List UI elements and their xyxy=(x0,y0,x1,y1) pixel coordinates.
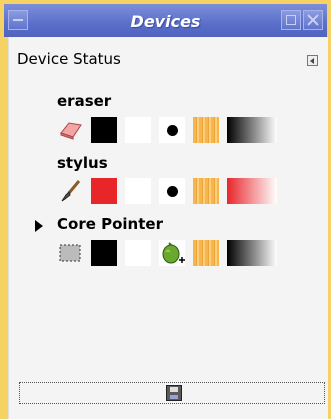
eraser-icon[interactable] xyxy=(57,117,83,143)
tab-menu-icon[interactable] xyxy=(307,55,318,66)
foreground-color-swatch[interactable] xyxy=(91,240,117,266)
device-name-stylus: stylus xyxy=(57,154,108,172)
window-title: Devices xyxy=(130,12,201,31)
device-row-core-pointer xyxy=(57,240,287,266)
gradient-swatch[interactable] xyxy=(227,240,277,266)
panel-title: Device Status xyxy=(17,50,121,68)
device-row-stylus xyxy=(57,178,287,204)
background-color-swatch[interactable] xyxy=(125,240,151,266)
pattern-swatch[interactable] xyxy=(193,117,219,143)
background-color-swatch[interactable] xyxy=(125,178,151,204)
save-device-status-button[interactable] xyxy=(19,382,325,404)
foreground-color-swatch[interactable] xyxy=(91,117,117,143)
rect-select-icon[interactable] xyxy=(57,240,83,266)
device-name-eraser: eraser xyxy=(57,92,112,110)
device-name-core-pointer: Core Pointer xyxy=(57,215,163,233)
current-device-arrow-icon xyxy=(35,220,43,232)
titlebar[interactable]: Devices xyxy=(4,4,327,37)
brush-circle-icon[interactable] xyxy=(159,178,185,204)
background-color-swatch[interactable] xyxy=(125,117,151,143)
gradient-swatch[interactable] xyxy=(227,117,277,143)
device-row-eraser xyxy=(57,117,287,143)
pattern-swatch[interactable] xyxy=(193,178,219,204)
foreground-color-swatch[interactable] xyxy=(91,178,117,204)
gradient-swatch[interactable] xyxy=(227,178,277,204)
device-status-panel: Device Status eraser stylus Core Pointer xyxy=(8,37,328,419)
maximize-icon[interactable] xyxy=(281,10,301,30)
pepper-brush-icon[interactable] xyxy=(159,240,185,266)
paintbrush-icon[interactable] xyxy=(57,178,83,204)
close-icon[interactable] xyxy=(303,10,323,30)
floppy-save-icon xyxy=(166,385,182,401)
devices-window: Devices Device Status eraser stylus Core… xyxy=(4,4,328,419)
pattern-swatch[interactable] xyxy=(193,240,219,266)
brush-circle-icon[interactable] xyxy=(159,117,185,143)
